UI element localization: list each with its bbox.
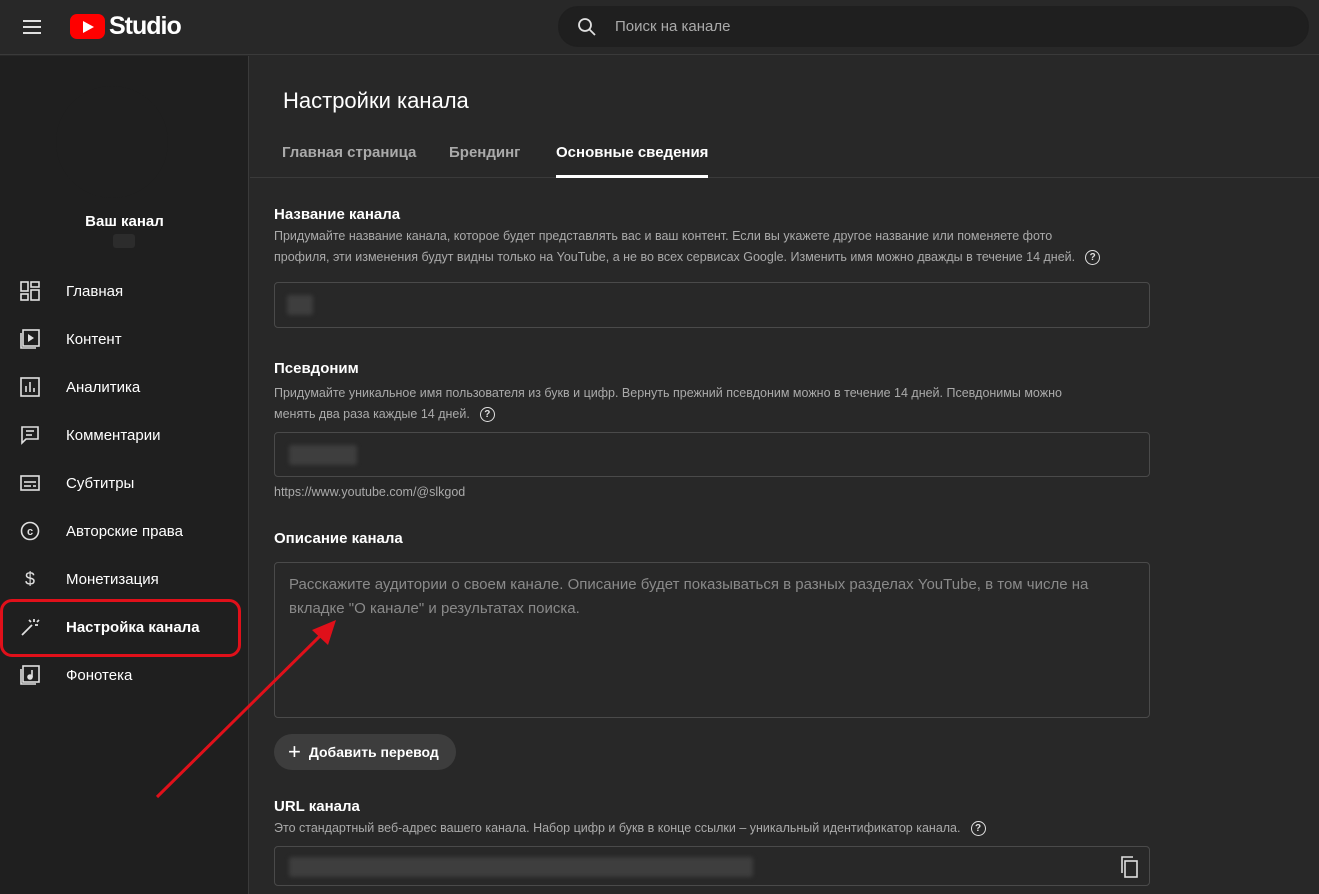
- url-title: URL канала: [274, 798, 360, 815]
- add-translation-button[interactable]: + Добавить перевод: [274, 734, 456, 770]
- search-bar: [558, 6, 1309, 47]
- redacted-value: [287, 295, 313, 315]
- sidebar-item-copyright[interactable]: c Авторские права: [0, 507, 249, 555]
- channel-name-desc-line2: профиля, эти изменения будут видны тольк…: [274, 250, 1076, 264]
- channel-name-description: Придумайте название канала, которое буде…: [274, 226, 1124, 268]
- description-title: Описание канала: [274, 530, 403, 547]
- url-desc-text: Это стандартный веб-адрес вашего канала.…: [274, 821, 961, 835]
- channel-name-field[interactable]: [274, 282, 1150, 328]
- redacted-value: [289, 445, 357, 465]
- sidebar-item-dashboard[interactable]: Главная: [0, 267, 249, 315]
- avatar[interactable]: [56, 86, 168, 198]
- tab-bar: Главная страница Брендинг Основные сведе…: [250, 136, 1319, 178]
- youtube-play-icon: [70, 13, 105, 39]
- sidebar-item-label: Фонотека: [66, 666, 133, 684]
- sidebar-item-analytics[interactable]: Аналитика: [0, 363, 249, 411]
- help-icon[interactable]: ?: [1085, 250, 1101, 266]
- channel-name-title: Название канала: [274, 206, 401, 223]
- sidebar-item-monetization[interactable]: $ Монетизация: [0, 555, 249, 603]
- help-icon[interactable]: ?: [479, 407, 495, 423]
- youtube-studio-logo[interactable]: Studio: [70, 11, 182, 41]
- header: Studio: [0, 0, 1319, 55]
- tab-branding[interactable]: Брендинг: [449, 136, 520, 178]
- sidebar-item-label: Комментарии: [66, 426, 161, 444]
- sidebar-item-content[interactable]: Контент: [0, 315, 249, 363]
- content-icon: [20, 329, 40, 349]
- sidebar-item-label: Аналитика: [66, 378, 141, 396]
- url-field[interactable]: [274, 846, 1150, 886]
- search-icon[interactable]: [577, 17, 597, 37]
- sidebar-item-label: Главная: [66, 282, 124, 300]
- sidebar-nav: Главная Контент Аналитика Комментарии Су…: [0, 267, 249, 699]
- sidebar: Ваш канал Главная Контент Аналитика Комм…: [0, 56, 249, 894]
- help-icon[interactable]: ?: [970, 821, 986, 837]
- channel-label: Ваш канал: [85, 213, 164, 230]
- page-title: Настройки канала: [283, 88, 469, 113]
- sidebar-item-comments[interactable]: Комментарии: [0, 411, 249, 459]
- magic-wand-icon: [20, 617, 40, 637]
- menu-icon[interactable]: [14, 12, 50, 42]
- tab-basic-info[interactable]: Основные сведения: [556, 136, 709, 178]
- sidebar-item-label: Субтитры: [66, 474, 135, 492]
- handle-desc-line2: менять два раза каждые 14 дней.: [274, 407, 470, 421]
- url-description: Это стандартный веб-адрес вашего канала.…: [274, 818, 1124, 839]
- copyright-icon: c: [20, 521, 40, 541]
- dollar-icon: $: [20, 569, 40, 589]
- channel-name-desc-line1: Придумайте название канала, которое буде…: [274, 229, 1053, 243]
- analytics-icon: [20, 377, 40, 397]
- tab-home[interactable]: Главная страница: [282, 136, 416, 178]
- copy-icon[interactable]: [1119, 856, 1139, 878]
- channel-name-redacted: [113, 234, 135, 248]
- sidebar-item-subtitles[interactable]: Субтитры: [0, 459, 249, 507]
- comments-icon: [20, 425, 40, 445]
- subtitles-icon: [20, 473, 40, 493]
- sidebar-item-label: Контент: [66, 330, 122, 348]
- handle-description: Придумайте уникальное имя пользователя и…: [274, 383, 1124, 425]
- plus-icon: +: [288, 739, 301, 764]
- audio-library-icon: [20, 665, 40, 685]
- svg-text:$: $: [25, 569, 35, 589]
- description-textarea[interactable]: [274, 562, 1150, 718]
- add-translation-label: Добавить перевод: [308, 744, 439, 760]
- redacted-value: [289, 857, 753, 877]
- handle-field[interactable]: [274, 432, 1150, 477]
- search-input[interactable]: [615, 7, 1295, 46]
- main-content: Настройки канала Главная страница Бренди…: [250, 56, 1319, 894]
- sidebar-item-label: Монетизация: [66, 570, 159, 588]
- handle-desc-line1: Придумайте уникальное имя пользователя и…: [274, 386, 1062, 400]
- sidebar-item-label: Настройка канала: [66, 618, 200, 636]
- sidebar-item-audio-library[interactable]: Фонотека: [0, 651, 249, 699]
- handle-title: Псевдоним: [274, 360, 359, 377]
- logo-text: Studio: [109, 11, 182, 40]
- svg-text:c: c: [27, 526, 33, 538]
- sidebar-item-label: Авторские права: [66, 522, 183, 540]
- sidebar-item-customization[interactable]: Настройка канала: [0, 603, 249, 651]
- handle-url-hint: https://www.youtube.com/@slkgod: [274, 485, 466, 499]
- dashboard-icon: [20, 281, 40, 301]
